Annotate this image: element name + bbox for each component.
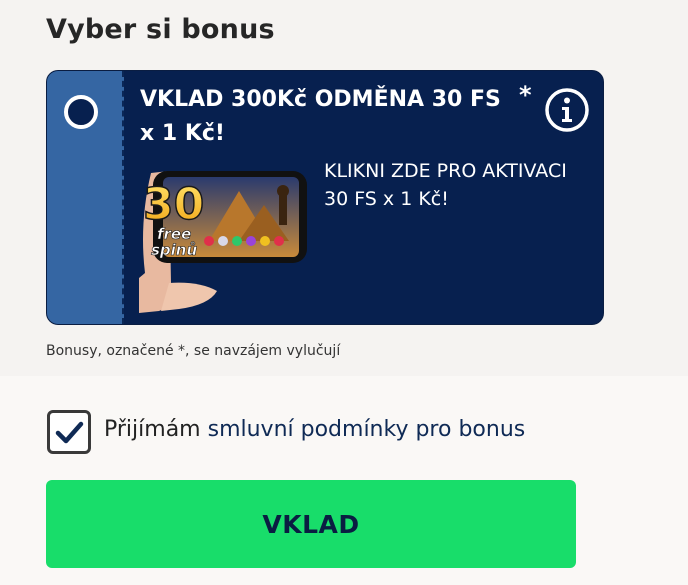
- terms-prefix: Přijímám: [104, 417, 208, 442]
- terms-link[interactable]: smluvní podmínky pro bonus: [208, 417, 526, 442]
- checkmark-icon: [55, 421, 84, 444]
- exclusive-note: Bonusy, označené *, se navzájem vylučují: [46, 343, 341, 359]
- exclusive-asterisk: *: [519, 81, 532, 109]
- bonus-description: KLIKNI ZDE PRO AKTIVACI 30 FS x 1 Kč!: [324, 160, 567, 210]
- terms-label: Přijímám smluvní podmínky pro bonus: [104, 417, 525, 442]
- terms-checkbox[interactable]: [47, 410, 91, 454]
- bonus-card[interactable]: VKLAD 300Kč ODMĚNA 30 FS x 1 Kč! * 30 fr…: [46, 70, 604, 325]
- bonus-radio[interactable]: [64, 95, 98, 129]
- info-icon[interactable]: [544, 87, 590, 133]
- deposit-button[interactable]: VKLAD: [46, 480, 576, 568]
- bonus-title: VKLAD 300Kč ODMĚNA 30 FS x 1 Kč!: [140, 87, 501, 146]
- section-title: Vyber si bonus: [46, 14, 275, 45]
- promo-spinu-text: spinů: [151, 241, 197, 259]
- promo-phone-image: 30 free spinů: [139, 171, 307, 313]
- promo-number: 30: [143, 179, 204, 230]
